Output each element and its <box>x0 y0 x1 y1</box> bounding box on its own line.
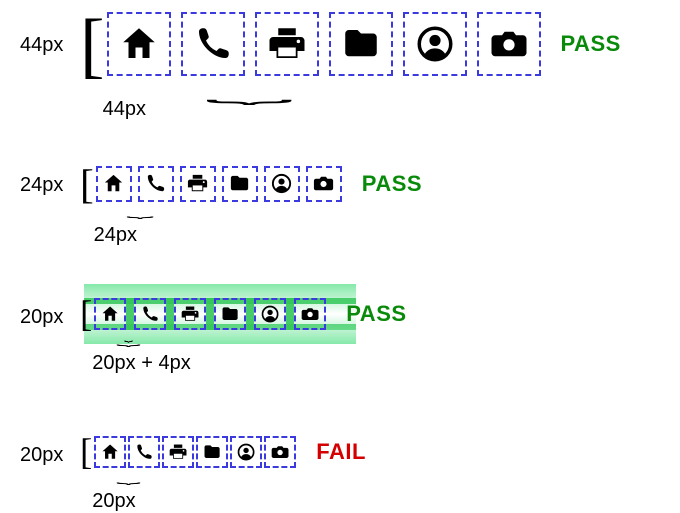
home-icon <box>118 23 160 65</box>
phone-icon <box>192 23 234 65</box>
spacing-gap <box>166 298 174 330</box>
size-row-20: 20px[ PASS <box>0 298 680 330</box>
measure-bracket: [ <box>80 12 105 76</box>
target-folder[interactable] <box>214 298 246 330</box>
folder-icon <box>340 23 382 65</box>
camera-icon <box>488 23 530 65</box>
target-person[interactable] <box>254 298 286 330</box>
printer-icon <box>266 23 308 65</box>
target-folder[interactable] <box>196 436 228 468</box>
target-printer[interactable] <box>174 298 206 330</box>
size-row-20: 20px[ FAIL <box>0 436 680 468</box>
height-label: 24px <box>20 166 80 197</box>
icon-strip <box>94 298 326 330</box>
target-folder[interactable] <box>329 12 393 76</box>
target-phone[interactable] <box>134 298 166 330</box>
gap-brace: ⏟ <box>124 332 132 343</box>
phone-icon <box>140 304 160 324</box>
spacing-gap <box>126 298 134 330</box>
home-icon <box>100 442 120 462</box>
spacing-gap <box>206 298 214 330</box>
measure-bracket: [ <box>80 166 94 202</box>
folder-icon <box>228 172 251 195</box>
target-home[interactable] <box>96 166 132 202</box>
measure-bracket: [ <box>80 436 92 468</box>
icon-strip <box>94 436 296 468</box>
printer-icon <box>180 304 200 324</box>
icon-strip <box>107 12 541 76</box>
target-person[interactable] <box>264 166 300 202</box>
size-row-44: 44px[ PASS <box>0 12 680 76</box>
printer-icon <box>186 172 209 195</box>
printer-icon <box>168 442 188 462</box>
measure-bracket: [ <box>80 298 92 330</box>
phone-icon <box>134 442 154 462</box>
status-pass: PASS <box>346 301 406 327</box>
folder-icon <box>202 442 222 462</box>
target-folder[interactable] <box>222 166 258 202</box>
target-printer[interactable] <box>162 436 194 468</box>
camera-icon <box>300 304 320 324</box>
status-pass: PASS <box>561 31 621 57</box>
person-icon <box>236 442 256 462</box>
target-printer[interactable] <box>180 166 216 202</box>
person-icon <box>260 304 280 324</box>
camera-icon <box>270 442 290 462</box>
target-home[interactable] <box>94 436 126 468</box>
phone-icon <box>144 172 167 195</box>
target-home[interactable] <box>107 12 171 76</box>
target-person[interactable] <box>230 436 262 468</box>
folder-icon <box>220 304 240 324</box>
target-camera[interactable] <box>477 12 541 76</box>
target-phone[interactable] <box>181 12 245 76</box>
spacing-gap <box>286 298 294 330</box>
width-label: 20px <box>92 490 135 513</box>
person-icon <box>414 23 456 65</box>
status-fail: FAIL <box>316 439 366 465</box>
target-camera[interactable] <box>306 166 342 202</box>
height-label: 44px <box>20 12 80 57</box>
icon-strip <box>96 166 342 202</box>
target-home[interactable] <box>94 298 126 330</box>
target-phone[interactable] <box>128 436 160 468</box>
width-brace: ⏟ <box>94 204 187 219</box>
width-label: 20px + 4px <box>92 352 190 375</box>
height-label: 20px <box>20 436 80 467</box>
spacing-gap <box>246 298 254 330</box>
person-icon <box>270 172 293 195</box>
target-person[interactable] <box>403 12 467 76</box>
width-label: 44px <box>103 98 146 121</box>
status-pass: PASS <box>362 171 422 197</box>
home-icon <box>102 172 125 195</box>
target-printer[interactable] <box>255 12 319 76</box>
home-icon <box>100 304 120 324</box>
size-row-24: 24px[ PASS <box>0 166 680 202</box>
target-phone[interactable] <box>138 166 174 202</box>
width-label: 24px <box>94 224 137 247</box>
camera-icon <box>312 172 335 195</box>
width-brace: ⏟ <box>103 78 396 105</box>
target-camera[interactable] <box>264 436 296 468</box>
width-brace: ⏟ <box>92 470 165 485</box>
target-camera[interactable] <box>294 298 326 330</box>
height-label: 20px <box>20 298 80 329</box>
